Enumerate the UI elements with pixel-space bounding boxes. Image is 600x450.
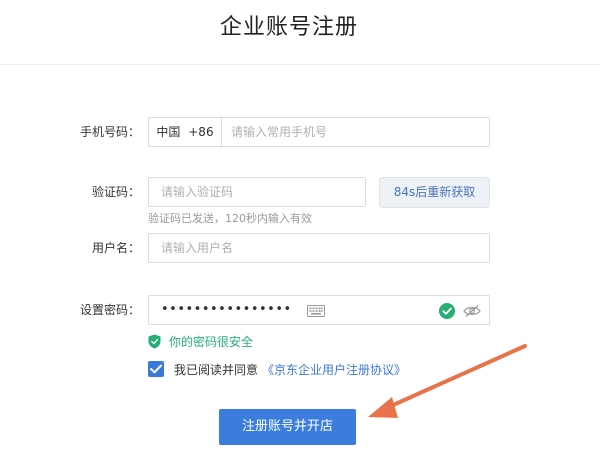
keyboard-icon[interactable]: [307, 305, 325, 317]
captcha-hint: 验证码已发送，120秒内输入有效: [148, 212, 312, 225]
agreement-row: 我已阅读并同意 《京东企业用户注册协议》: [148, 360, 406, 378]
checkmark-icon: [150, 364, 162, 374]
eye-hidden-icon[interactable]: [463, 304, 481, 318]
phone-field[interactable]: 中国 +86 请输入常用手机号: [148, 117, 490, 147]
phone-label: 手机号码：: [79, 125, 140, 139]
captcha-label: 验证码：: [91, 185, 140, 199]
agreement-checkbox[interactable]: [148, 361, 164, 377]
country-code-selector[interactable]: 中国 +86: [149, 118, 222, 146]
password-strength: 你的密码很安全: [148, 333, 253, 349]
agreement-link[interactable]: 《京东企业用户注册协议》: [262, 361, 406, 378]
captcha-field[interactable]: 请输入验证码: [148, 177, 366, 207]
username-field[interactable]: 请输入用户名: [148, 233, 490, 263]
captcha-input[interactable]: 请输入验证码: [161, 178, 233, 206]
username-label: 用户名：: [91, 241, 140, 255]
password-strength-text: 你的密码很安全: [169, 334, 254, 349]
phone-input[interactable]: 请输入常用手机号: [231, 118, 327, 146]
password-input[interactable]: ••••••••••••••••: [161, 296, 292, 324]
page-title: 企业账号注册: [219, 15, 358, 40]
password-field[interactable]: ••••••••••••••••: [148, 295, 490, 325]
country-name: 中国: [156, 125, 181, 139]
header-divider: [0, 64, 600, 65]
registration-page: 企业账号注册 手机号码： 中国 +86 请输入常用手机号 验证码： 请输入验证码…: [0, 0, 600, 450]
register-submit-button[interactable]: 注册账号并开店: [219, 409, 356, 445]
resend-code-button[interactable]: 84s后重新获取: [379, 177, 490, 208]
shield-icon: [148, 334, 161, 348]
username-input[interactable]: 请输入用户名: [161, 234, 233, 262]
password-label: 设置密码：: [79, 303, 140, 317]
agreement-text: 我已阅读并同意: [174, 362, 259, 377]
country-code: +86: [188, 125, 214, 139]
check-circle-icon: [439, 303, 455, 319]
